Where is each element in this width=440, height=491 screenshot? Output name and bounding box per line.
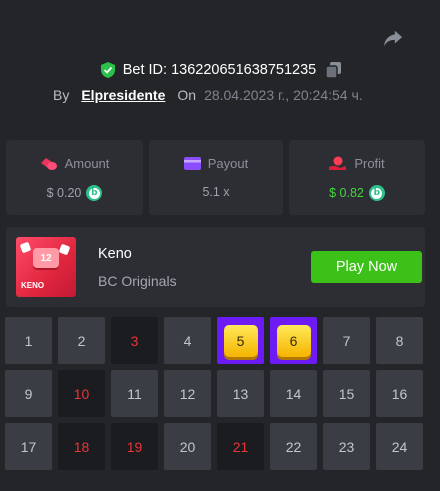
keno-cell[interactable]: 17 <box>5 423 52 470</box>
keno-thumbnail[interactable]: 12 KENO <box>16 237 76 297</box>
payout-card: Payout 5.1 x <box>149 140 283 215</box>
bcd-coin-icon: b <box>86 185 103 201</box>
payout-value: 5.1 x <box>202 185 230 199</box>
keno-cell-picked[interactable]: 21 <box>217 423 264 470</box>
keno-cell[interactable]: 22 <box>270 423 317 470</box>
keno-cell[interactable]: 11 <box>111 370 158 417</box>
dice-icon <box>19 241 32 254</box>
keno-cell[interactable]: 4 <box>164 317 211 364</box>
payout-label: Payout <box>207 156 249 171</box>
keno-ball-icon: 12 <box>33 248 59 268</box>
keno-cell-picked[interactable]: 10 <box>58 370 105 417</box>
thumbnail-title: KENO <box>21 281 45 290</box>
bcd-coin-icon: b <box>368 185 385 201</box>
keno-cell[interactable]: 13 <box>217 370 264 417</box>
copy-icon[interactable] <box>326 62 342 78</box>
amount-value: $ 0.20 <box>46 186 82 200</box>
keno-cell[interactable]: 15 <box>323 370 370 417</box>
game-card: 12 KENO Keno BC Originals Play Now <box>6 227 425 307</box>
coin-letter: b <box>371 187 383 199</box>
gem-number: 6 <box>276 324 311 357</box>
keno-cell[interactable]: 20 <box>164 423 211 470</box>
keno-cell[interactable]: 7 <box>323 317 370 364</box>
keno-cell-hit[interactable]: 6 <box>270 317 317 364</box>
share-icon[interactable] <box>382 28 404 48</box>
profit-value: $ 0.82 <box>329 186 364 200</box>
keno-cell[interactable]: 12 <box>164 370 211 417</box>
username-link[interactable]: Elpresidente <box>81 87 165 103</box>
keno-cell-picked[interactable]: 18 <box>58 423 105 470</box>
play-now-button[interactable]: Play Now <box>311 251 422 283</box>
amount-label: Amount <box>64 156 110 171</box>
keno-cell-picked[interactable]: 19 <box>111 423 158 470</box>
by-label: By <box>53 87 70 103</box>
keno-cell-hit[interactable]: 5 <box>217 317 264 364</box>
gem-number: 5 <box>223 324 258 357</box>
keno-cell[interactable]: 16 <box>376 370 423 417</box>
game-provider: BC Originals <box>98 273 177 289</box>
coins-icon <box>40 157 57 170</box>
game-title: Keno <box>98 246 132 262</box>
on-label: On <box>177 87 197 103</box>
bet-id-row: Bet ID: 136220651638751235 <box>0 60 440 80</box>
keno-cell[interactable]: 8 <box>376 317 423 364</box>
profit-card: Profit $ 0.82 b <box>289 140 425 215</box>
bet-meta-row: By Elpresidente On 28.04.2023 г., 20:24:… <box>53 87 363 103</box>
coin-letter: b <box>88 187 100 199</box>
keno-cell[interactable]: 14 <box>270 370 317 417</box>
profit-label: Profit <box>354 156 385 171</box>
shield-check-icon <box>100 62 115 78</box>
keno-cell[interactable]: 23 <box>323 423 370 470</box>
keno-cell[interactable]: 2 <box>58 317 105 364</box>
amount-card: Amount $ 0.20 b <box>6 140 143 215</box>
keno-cell[interactable]: 24 <box>376 423 423 470</box>
keno-cell[interactable]: 9 <box>5 370 52 417</box>
dice-icon <box>58 243 71 256</box>
wallet-card-icon <box>183 157 201 170</box>
bet-date: 28.04.2023 г., 20:24:54 ч. <box>204 87 363 103</box>
bet-id-text: Bet ID: 136220651638751235 <box>122 62 317 78</box>
keno-cell-picked[interactable]: 3 <box>111 317 158 364</box>
profit-hand-icon <box>329 156 347 170</box>
keno-cell[interactable]: 1 <box>5 317 52 364</box>
